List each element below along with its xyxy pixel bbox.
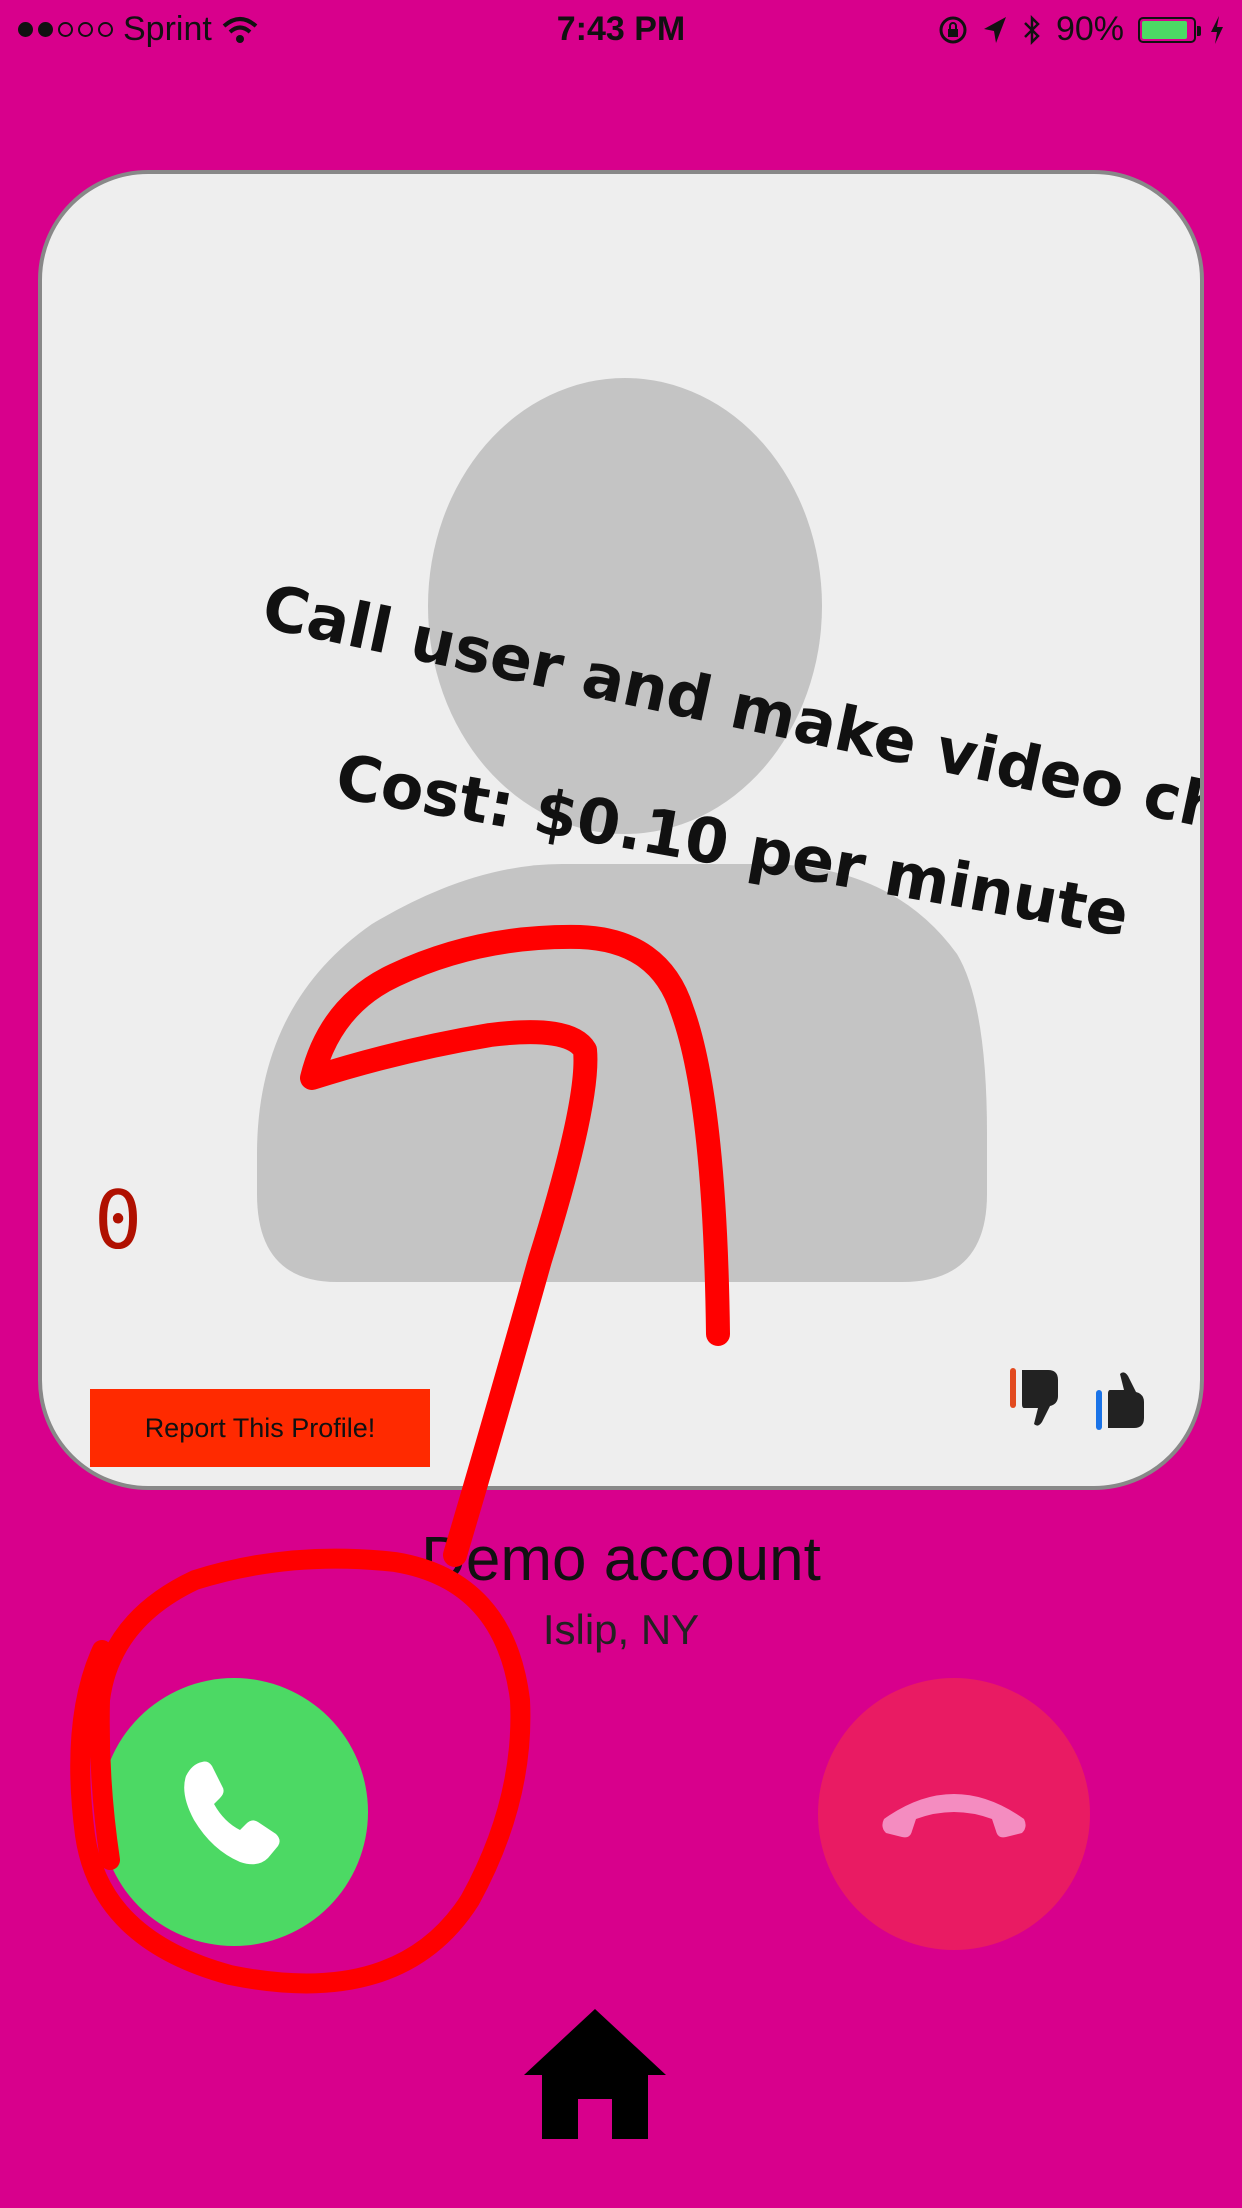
battery-icon xyxy=(1138,16,1201,43)
status-right: 90% xyxy=(938,10,1224,49)
rating-counter: 0 xyxy=(94,1174,143,1267)
bluetooth-icon xyxy=(1024,14,1040,45)
hangup-button[interactable] xyxy=(818,1678,1090,1950)
hangup-icon xyxy=(882,1794,1026,1838)
battery-fill xyxy=(1142,20,1187,39)
status-bar: Sprint 7:43 PM 90% xyxy=(0,0,1242,60)
call-button[interactable] xyxy=(100,1678,368,1946)
thumbs-up-icon[interactable] xyxy=(1094,1364,1154,1434)
battery-percent: 90% xyxy=(1055,10,1124,48)
profile-location: Islip, NY xyxy=(542,1606,700,1653)
profile-card: Call user and make video chat! Cost: $0.… xyxy=(38,170,1204,1490)
report-profile-button[interactable]: Report This Profile! xyxy=(90,1389,430,1467)
phone-icon xyxy=(184,1761,280,1865)
location-arrow-icon xyxy=(983,16,1006,43)
thumbs-down-icon[interactable] xyxy=(1008,1364,1068,1434)
home-icon[interactable] xyxy=(520,2005,670,2145)
profile-name: Demo account xyxy=(421,1525,821,1594)
rotation-lock-icon xyxy=(939,16,967,43)
charging-icon xyxy=(1211,15,1223,44)
